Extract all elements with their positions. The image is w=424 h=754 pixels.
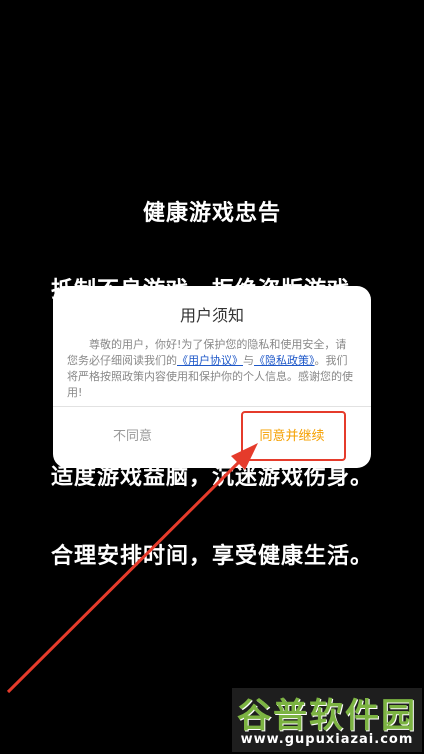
watermark-logo: 谷普软件园 [237,696,417,736]
annotation-arrow-icon [6,443,258,694]
watermark: 谷普软件园 www.gupuxiazai.com [232,688,422,752]
watermark-url: www.gupuxiazai.com [240,732,414,747]
